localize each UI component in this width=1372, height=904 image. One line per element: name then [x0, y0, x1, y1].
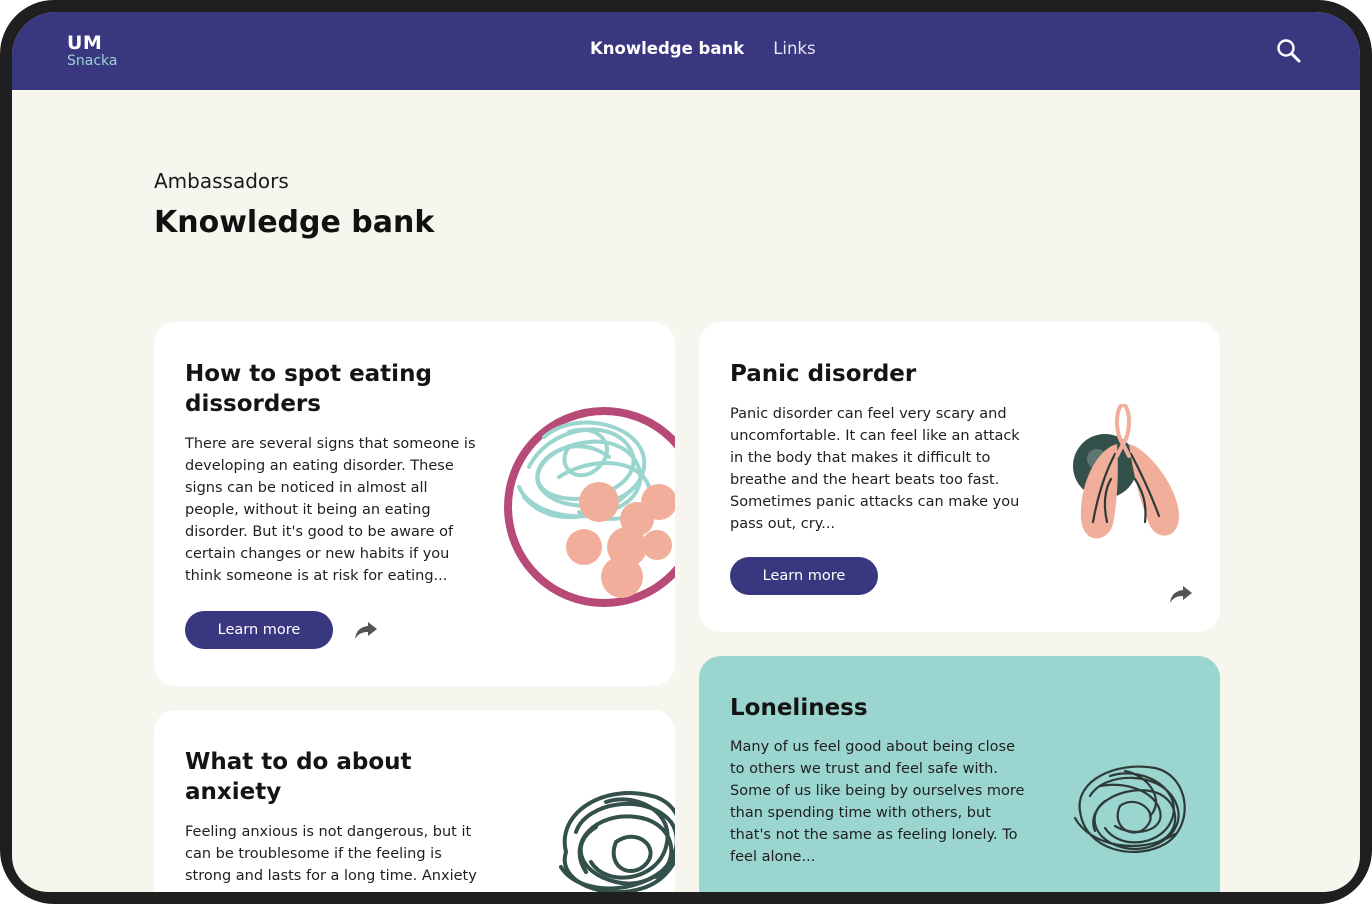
share-icon[interactable] — [354, 620, 378, 640]
share-icon[interactable] — [1169, 584, 1193, 604]
card-body: Many of us feel good about being close t… — [730, 739, 1025, 865]
card-body: Feeling anxious is not dangerous, but it… — [185, 824, 477, 884]
logo-top-text: UM — [67, 32, 103, 54]
nav-links: Knowledge bank Links — [590, 39, 816, 58]
scribble-illustration — [546, 772, 675, 892]
card-body: Panic disorder can feel very scary and u… — [730, 406, 1020, 532]
card-body: There are several signs that someone is … — [185, 436, 476, 584]
scribble-illustration — [1065, 756, 1195, 865]
card-title: Loneliness — [730, 695, 868, 721]
nav-link-knowledge-bank[interactable]: Knowledge bank — [590, 39, 744, 58]
card-panic-disorder: Panic disorder Panic disorder can feel v… — [699, 322, 1220, 632]
card-title: What to do about anxiety — [185, 749, 412, 805]
learn-more-button[interactable]: Learn more — [730, 557, 878, 595]
card-title: How to spot eating dissorders — [185, 361, 432, 417]
learn-more-button[interactable]: Learn more — [185, 611, 333, 649]
search-icon[interactable] — [1276, 38, 1302, 64]
card-loneliness: Loneliness Many of us feel good about be… — [699, 656, 1220, 892]
device-frame: UM Snacka Knowledge bank Links Ambassado… — [0, 0, 1372, 904]
logo[interactable]: UM Snacka — [67, 32, 118, 69]
top-navbar: UM Snacka Knowledge bank Links — [12, 12, 1360, 90]
card-eating-disorders: How to spot eating dissorders There are … — [154, 322, 675, 686]
logo-bottom-text: Snacka — [67, 53, 118, 69]
card-title: Panic disorder — [730, 361, 917, 387]
page-title: Knowledge bank — [154, 205, 435, 240]
nav-link-links[interactable]: Links — [773, 39, 815, 58]
plate-illustration — [499, 397, 675, 616]
breadcrumb-ambassadors: Ambassadors — [154, 169, 289, 193]
lungs-illustration — [1067, 401, 1187, 553]
card-anxiety: What to do about anxiety Feeling anxious… — [154, 710, 675, 892]
screen: UM Snacka Knowledge bank Links Ambassado… — [12, 12, 1360, 892]
